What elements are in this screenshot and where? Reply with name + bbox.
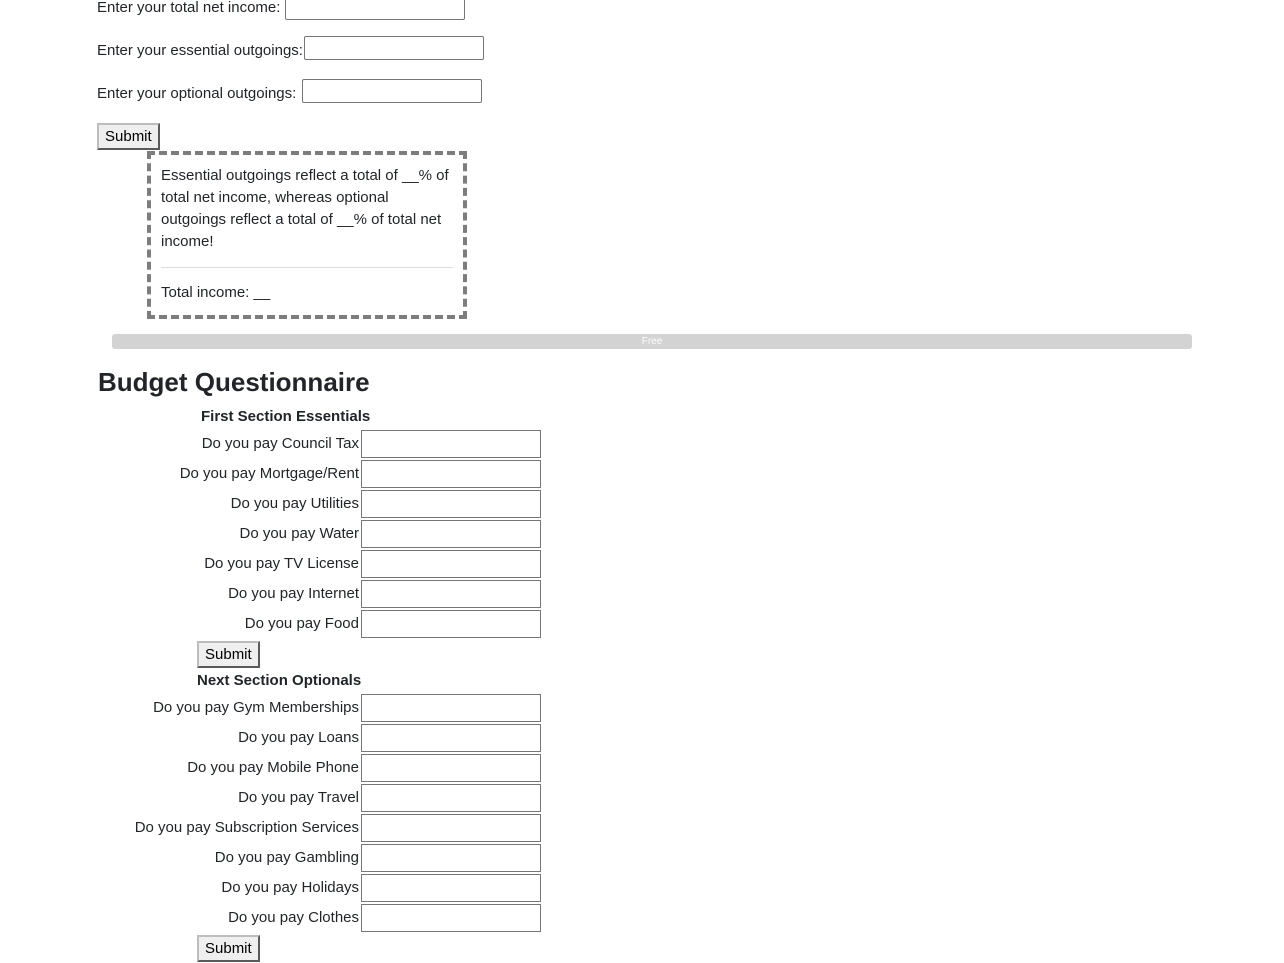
question-input[interactable] (361, 844, 541, 872)
question-label: Do you pay TV License (204, 555, 359, 572)
net-income-input[interactable] (285, 0, 465, 20)
result-divider (161, 267, 453, 268)
question-input[interactable] (361, 550, 541, 578)
question-label: Do you pay Gambling (214, 849, 359, 866)
question-label: Do you pay Water (239, 525, 360, 542)
question-label: Do you pay Internet (228, 585, 359, 602)
question-label: Do you pay Loans (238, 729, 359, 746)
question-input[interactable] (361, 580, 541, 608)
progress-label: Free (641, 336, 663, 347)
essentials-heading: First Section Essentials (201, 408, 371, 425)
optionals-heading: Next Section Optionals (197, 672, 362, 689)
question-input[interactable] (361, 490, 541, 518)
question-input[interactable] (361, 814, 541, 842)
budget-progress-bar: Free (112, 334, 1192, 349)
total-income-text: Total income: __ (161, 284, 271, 301)
net-income-label: Enter your total net income: (97, 0, 281, 16)
question-input[interactable] (361, 520, 541, 548)
result-summary-box: Essential outgoings reflect a total of _… (147, 151, 467, 319)
question-label: Do you pay Mobile Phone (187, 759, 359, 776)
question-input[interactable] (361, 610, 541, 638)
essentials-submit-button[interactable]: Submit (197, 641, 260, 668)
outgoings-summary-text: Essential outgoings reflect a total of _… (161, 167, 449, 250)
question-input[interactable] (361, 694, 541, 722)
question-label: Do you pay Subscription Services (134, 819, 359, 836)
question-input[interactable] (361, 724, 541, 752)
question-input[interactable] (361, 904, 541, 932)
question-input[interactable] (361, 430, 541, 458)
question-label: Do you pay Food (244, 615, 359, 632)
essential-outgoings-input[interactable] (304, 36, 484, 60)
question-label: Do you pay Utilities (230, 495, 359, 512)
question-input[interactable] (361, 754, 541, 782)
question-input[interactable] (361, 460, 541, 488)
question-label: Do you pay Clothes (228, 909, 359, 926)
optionals-submit-button[interactable]: Submit (197, 935, 260, 962)
optional-outgoings-input[interactable] (302, 79, 482, 103)
question-input[interactable] (361, 784, 541, 812)
optional-outgoings-label: Enter your optional outgoings: (97, 85, 297, 102)
question-label: Do you pay Mortgage/Rent (179, 465, 359, 482)
question-label: Do you pay Council Tax (201, 435, 359, 452)
essential-outgoings-label: Enter your essential outgoings: (97, 42, 303, 59)
question-label: Do you pay Holidays (221, 879, 359, 896)
questionnaire-title: Budget Questionnaire (98, 367, 370, 397)
question-label: Do you pay Travel (238, 789, 359, 806)
income-submit-button[interactable]: Submit (97, 123, 160, 150)
question-input[interactable] (361, 874, 541, 902)
question-label: Do you pay Gym Memberships (153, 699, 359, 716)
